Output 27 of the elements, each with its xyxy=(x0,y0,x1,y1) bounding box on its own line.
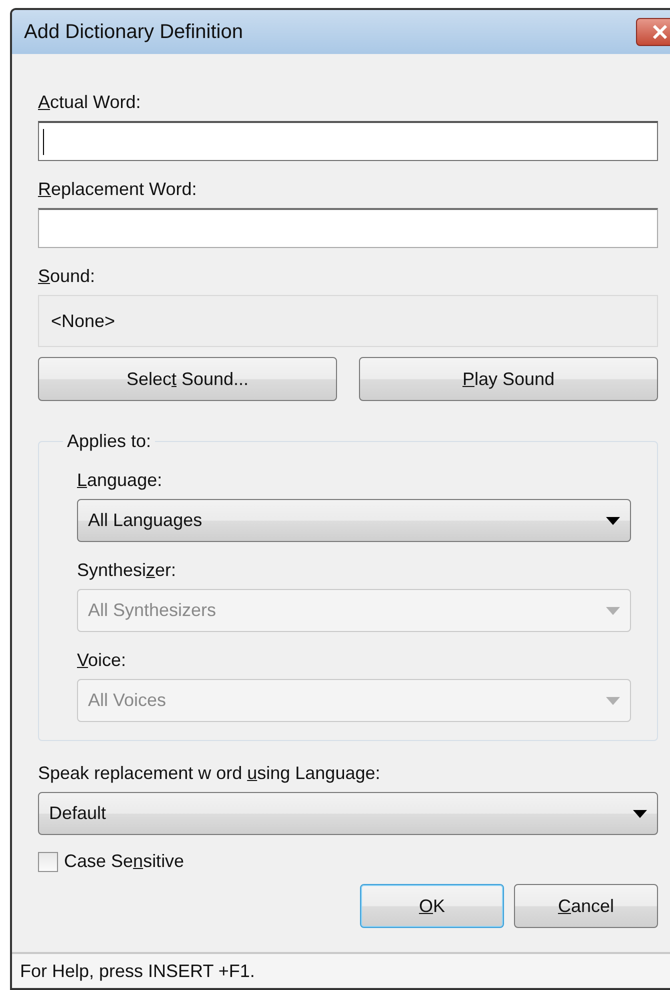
dropdown-arrow-icon xyxy=(606,606,620,614)
text-field[interactable] xyxy=(38,121,658,161)
close-icon xyxy=(652,25,668,39)
dropdown-label: Synthesizer: xyxy=(77,560,178,581)
status-text: For Help, press INSERT +F1. xyxy=(20,960,255,982)
group-title: Applies to: xyxy=(66,431,152,452)
dropdown-label: Voice: xyxy=(77,650,128,671)
checkbox-label: Case Sensitive xyxy=(64,851,184,872)
field-label: Sound: xyxy=(38,266,96,287)
dropdown-label: Speak replacement w ord using Language: xyxy=(38,763,382,784)
field-label: Replacement Word: xyxy=(38,179,198,200)
field-label: Actual Word: xyxy=(38,92,142,113)
window-title: Add Dictionary Definition xyxy=(24,20,243,44)
checkbox[interactable] xyxy=(38,852,58,872)
close-button[interactable] xyxy=(636,18,670,46)
text-field[interactable] xyxy=(38,208,658,248)
dropdown-label: Language: xyxy=(77,470,164,491)
sound-button[interactable]: Select Sound... xyxy=(38,357,337,401)
dropdown-arrow-icon xyxy=(606,696,620,704)
sound-field: <None> xyxy=(38,295,658,347)
dialog-button[interactable]: Cancel xyxy=(514,884,658,928)
dropdown[interactable]: All Languages xyxy=(77,499,631,542)
dropdown[interactable]: Default xyxy=(38,792,658,835)
sound-button[interactable]: Play Sound xyxy=(359,357,658,401)
dropdown-arrow-icon xyxy=(606,516,620,524)
dialog-button[interactable]: OK xyxy=(360,884,504,928)
dropdown-arrow-icon xyxy=(633,810,647,818)
